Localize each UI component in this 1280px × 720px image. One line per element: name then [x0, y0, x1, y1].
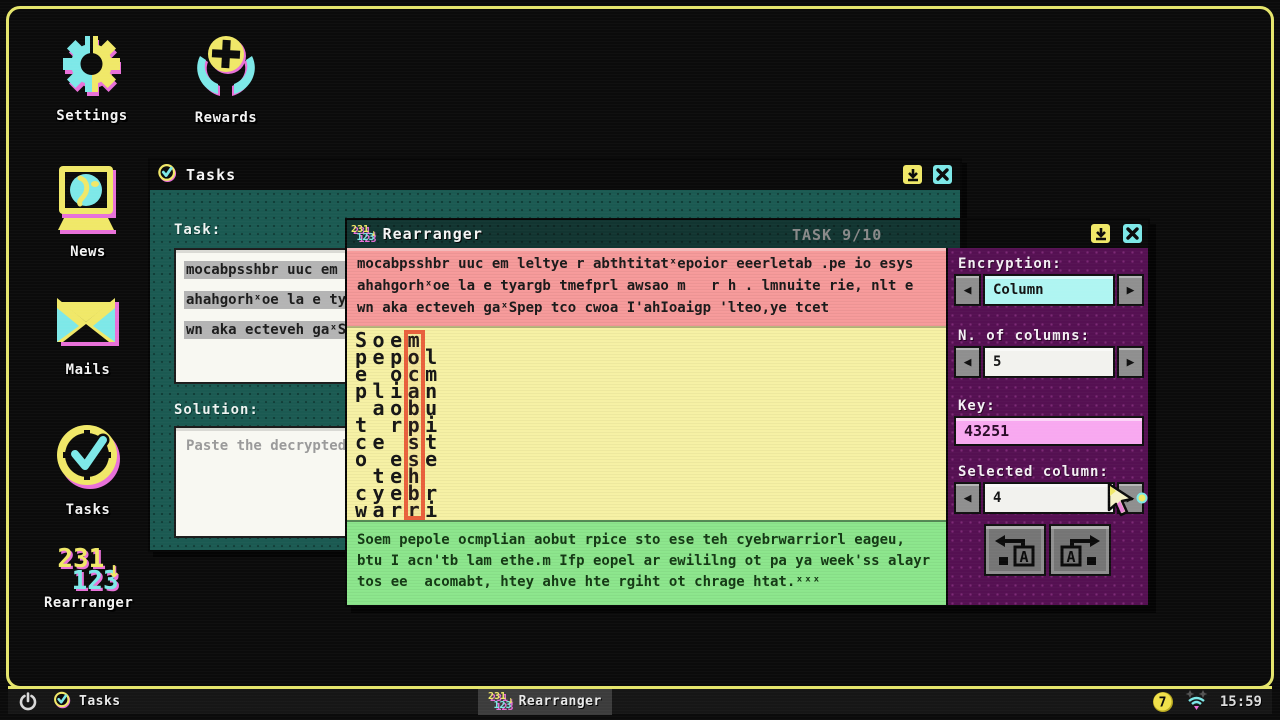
selected-column-highlight[interactable] — [404, 330, 425, 520]
cipher-line: mocabpsshbr uuc em leltye r abthtitatˣep… — [357, 256, 913, 272]
tasks-window-titlebar[interactable]: Tasks — [150, 160, 960, 190]
move-left-icon: A — [989, 529, 1041, 571]
close-icon[interactable] — [1121, 222, 1144, 245]
close-icon[interactable] — [931, 163, 954, 186]
decoded-line: tos ee acomabt, htey ahve hte rgiht ot c… — [357, 574, 821, 590]
decoded-line: btu I acn'tb lam ethe.m Ifp eopel ar ewi… — [357, 553, 930, 569]
rearranger-numbers-icon: 231 ↓ 123 — [351, 226, 375, 243]
arrow-right-icon[interactable]: ▶ — [1117, 482, 1144, 514]
cipher-line: wn aka ecteveh gaˣSpep tco cwoa I'ahIoai… — [357, 300, 829, 316]
arrow-right-icon[interactable]: ▶ — [1117, 274, 1144, 306]
svg-text:A: A — [1066, 548, 1075, 566]
desktop-icon-label: Settings — [48, 108, 136, 124]
svg-text:A: A — [1019, 548, 1028, 566]
column-grid-area[interactable]: Soem pepol e ocm plian aobu t rpi ce st … — [347, 326, 946, 520]
desktop-icon-label: Tasks — [44, 502, 132, 518]
window-title: Tasks — [186, 166, 236, 184]
columns-spinner: ◀ 5 ▶ — [954, 346, 1144, 378]
move-column-left-button[interactable]: A — [984, 524, 1046, 576]
desktop-icon-news[interactable]: News — [44, 160, 132, 260]
decoded-text-area: Soem pepole ocmplian aobut rpice sto ese… — [347, 520, 946, 605]
move-right-icon: A — [1054, 529, 1106, 571]
settings-gear-icon — [59, 30, 125, 106]
news-globe-icon — [52, 160, 124, 242]
encryption-value[interactable]: Column — [983, 274, 1115, 306]
move-column-right-button[interactable]: A — [1049, 524, 1111, 576]
desktop-icon-rearranger[interactable]: 231 ↓ 123 Rearranger — [44, 548, 132, 611]
key-label: Key: — [958, 398, 996, 414]
coin-counter: 7 — [1152, 691, 1174, 713]
minimize-button[interactable] — [901, 163, 924, 186]
tasks-clock-icon — [52, 690, 72, 714]
taskbar-item-rearranger[interactable]: 231 ↓ 123 Rearranger — [478, 689, 612, 715]
taskbar-item-tasks[interactable]: Tasks — [42, 689, 131, 715]
rearranger-settings-panel: Encryption: ◀ Column ▶ N. of columns: ◀ … — [946, 248, 1148, 605]
grid-row: warri — [347, 502, 946, 519]
desktop-icon-label: Mails — [44, 362, 132, 378]
rearranger-numbers-icon: 231 ↓ 123 — [488, 693, 512, 710]
decoded-line: Soem pepole ocmplian aobut rpice sto ese… — [357, 532, 905, 548]
power-icon[interactable] — [18, 692, 38, 712]
cipher-line: ahahgorhˣoe la e tyargb tmefprl awsao m … — [357, 278, 913, 294]
mails-envelope-icon — [53, 292, 123, 360]
rearranger-window: 231 ↓ 123 Rearranger mocabpsshbr uuc em … — [345, 218, 1150, 607]
clock-time: 15:59 — [1220, 694, 1262, 710]
tasks-clock-icon — [156, 162, 178, 188]
columns-value[interactable]: 5 — [983, 346, 1115, 378]
arrow-left-icon[interactable]: ◀ — [954, 346, 981, 378]
taskbar-item-label: Rearranger — [519, 694, 602, 709]
encryption-label: Encryption: — [958, 256, 1062, 272]
solution-placeholder: Paste the decrypted — [186, 438, 346, 454]
cipher-text-area: mocabpsshbr uuc em leltye r abthtitatˣep… — [347, 248, 946, 326]
rewards-hands-icon — [190, 30, 262, 108]
window-title: Rearranger — [383, 225, 483, 243]
key-input[interactable]: 43251 — [954, 416, 1144, 446]
desktop-icon-label: Rearranger — [44, 595, 132, 611]
coin-icon: 7 — [1152, 691, 1174, 713]
desktop-icon-rewards[interactable]: Rewards — [182, 30, 270, 126]
selected-column-spinner: ◀ 4 ▶ — [954, 482, 1144, 514]
selected-column-label: Selected column: — [958, 464, 1109, 480]
network-status-icon — [1184, 689, 1210, 715]
rearranger-numbers-icon: 231 ↓ 123 — [57, 548, 118, 592]
svg-text:7: 7 — [1158, 696, 1166, 711]
minimize-button[interactable] — [1089, 222, 1112, 245]
arrow-left-icon[interactable]: ◀ — [954, 274, 981, 306]
selected-column-value[interactable]: 4 — [983, 482, 1115, 514]
rearranger-window-titlebar[interactable]: 231 ↓ 123 Rearranger — [347, 220, 1148, 248]
desktop-icon-label: Rewards — [182, 110, 270, 126]
rearranger-work-area: mocabpsshbr uuc em leltye r abthtitatˣep… — [347, 248, 946, 605]
desktop-icon-label: News — [44, 244, 132, 260]
desktop-icon-tasks[interactable]: Tasks — [44, 418, 132, 518]
arrow-right-icon[interactable]: ▶ — [1117, 346, 1144, 378]
encryption-spinner: ◀ Column ▶ — [954, 274, 1144, 306]
taskbar: Tasks 231 ↓ 123 Rearranger 7 — [8, 686, 1272, 714]
desktop-icon-settings[interactable]: Settings — [48, 30, 136, 124]
task-label: Task: — [174, 222, 221, 238]
arrow-left-icon[interactable]: ◀ — [954, 482, 981, 514]
solution-label: Solution: — [174, 402, 259, 418]
desktop-icon-mails[interactable]: Mails — [44, 292, 132, 378]
columns-label: N. of columns: — [958, 328, 1090, 344]
tasks-clock-icon — [51, 418, 125, 500]
taskbar-item-label: Tasks — [79, 694, 121, 709]
desktop-screen: Settings Rewards — [0, 0, 1280, 720]
